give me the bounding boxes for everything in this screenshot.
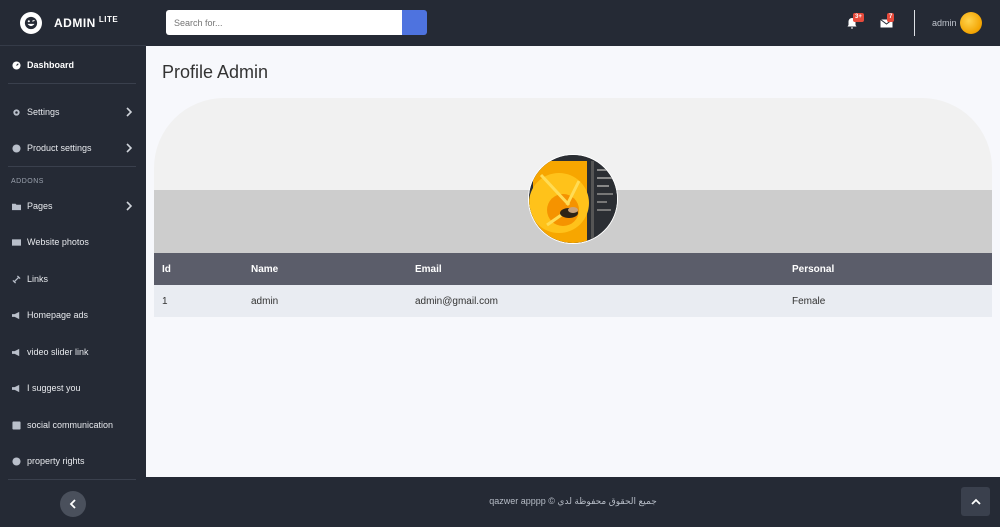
link-icon [11,274,21,284]
sidebar-item-i-suggest-you[interactable]: I suggest you [0,377,146,399]
profile-table: Id Name Email Personal 1 admin admin@gma… [154,253,992,317]
divider [8,83,136,84]
topbar: 3+ 7 admin [146,0,1000,46]
sidebar-item-label: social communication [27,420,114,430]
bullhorn-icon [11,347,21,357]
sidebar-item-label: I suggest you [27,383,81,393]
alerts-button[interactable]: 3+ [846,13,864,30]
sidebar-item-website-photos[interactable]: Website photos [0,231,146,253]
sidebar-item-label: Website photos [27,237,89,247]
chevron-left-icon [69,499,76,509]
cell-name: admin [251,295,279,307]
bullhorn-icon [11,310,21,320]
column-header-email: Email [415,263,442,275]
profile-picture [528,154,618,244]
divider [8,166,136,167]
tachometer-icon [11,60,21,70]
sidebar-item-label: property rights [27,456,85,466]
laugh-wink-icon [20,11,42,34]
sidebar-item-pages[interactable]: Pages [0,195,146,217]
sidebar-item-label: Pages [27,201,53,211]
sidebar-item-video-slider-link[interactable]: video slider link [0,341,146,363]
user-name[interactable]: admin [932,18,957,28]
footer-copyright: qazwer apppp © جميع الحقوق محفوظة لدي [489,496,657,506]
folder-icon [11,201,21,211]
sidebar-item-homepage-ads[interactable]: Homepage ads [0,304,146,326]
table-row: 1 admin admin@gmail.com Female [154,285,992,317]
cell-email: admin@gmail.com [415,295,498,307]
cell-personal: Female [792,295,826,307]
table-header-row: Id Name Email Personal [154,253,992,285]
chevron-right-icon [126,143,133,153]
sidebar-toggle-button[interactable] [60,491,86,517]
scroll-to-top-button[interactable] [961,487,990,516]
sidebar-item-label: video slider link [27,347,89,357]
footer: qazwer apppp © جميع الحقوق محفوظة لدي [146,477,1000,527]
search-button[interactable] [402,10,427,35]
alerts-badge: 3+ [853,13,864,22]
sidebar-item-product-settings[interactable]: Product settings [0,137,146,159]
sidebar-item-label: Product settings [27,143,92,153]
messages-badge: 7 [887,13,895,22]
search-bar [166,10,427,35]
bullhorn-icon [11,383,21,393]
page-title: Profile Admin [162,62,269,82]
sidebar-item-dashboard[interactable]: Dashboard [0,54,146,76]
brand-name: ADMIN LITE [54,15,119,30]
sidebar-item-social-communication[interactable]: social communication [0,414,146,436]
topbar-divider [914,10,915,36]
copyright-icon [11,456,21,466]
divider [8,479,136,480]
image-icon [11,237,21,247]
sidebar-item-property-rights[interactable]: property rights [0,450,146,472]
profile-header [154,98,992,253]
column-header-personal: Personal [792,263,835,275]
sidebar-item-label: Settings [27,107,60,117]
share-square-icon [11,420,21,430]
sidebar-item-settings[interactable]: Settings [0,101,146,123]
chevron-right-icon [126,201,133,211]
sidebar-item-label: Homepage ads [27,310,89,320]
search-input[interactable] [166,10,402,35]
chevron-right-icon [126,107,133,117]
section-label-addons: ADDONS [11,178,44,185]
sidebar-item-label: Dashboard [27,60,75,70]
brand-suffix: LITE [98,15,119,24]
column-header-id: Id [162,263,171,275]
column-header-name: Name [251,263,279,275]
avatar[interactable] [960,12,982,34]
cell-id: 1 [162,295,168,307]
sidebar-item-links[interactable]: Links [0,268,146,290]
messages-button[interactable]: 7 [880,13,895,30]
sidebar: ADMIN LITE Dashboard Settings Product set… [0,0,146,527]
sidebar-item-label: Links [27,274,49,284]
chevron-up-icon [970,498,981,505]
brand[interactable]: ADMIN LITE [0,0,146,46]
copyright-icon [11,143,21,153]
cog-icon [11,107,21,117]
